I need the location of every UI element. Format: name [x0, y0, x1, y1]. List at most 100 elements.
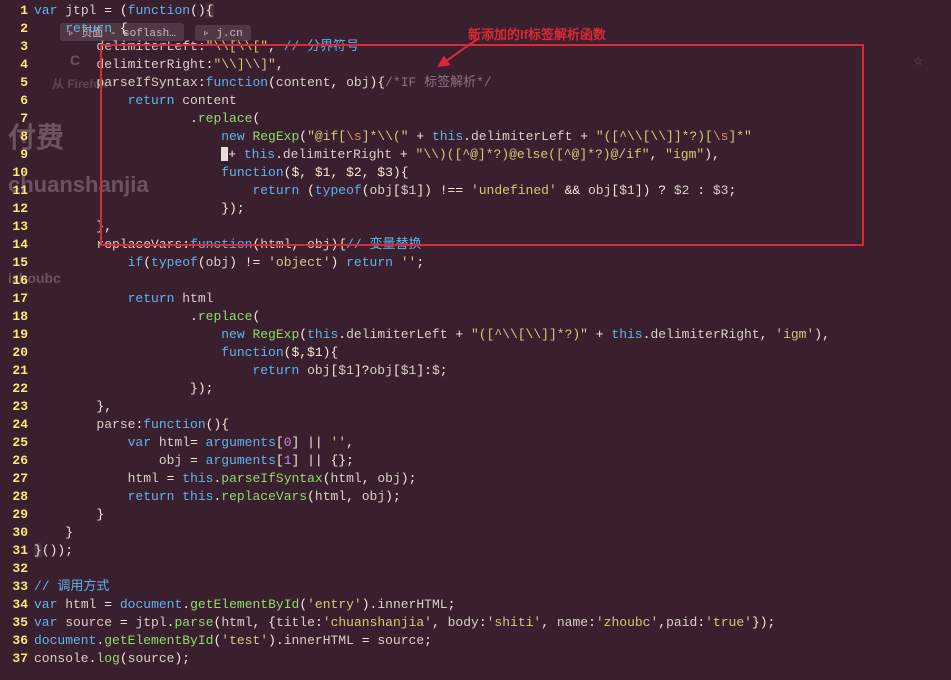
- code-content[interactable]: new RegExp(this.delimiterLeft + "([^\\[\…: [34, 326, 951, 344]
- line-number: 30: [0, 524, 34, 542]
- code-content[interactable]: }: [34, 524, 951, 542]
- line-number: 34: [0, 596, 34, 614]
- code-line: 23 },: [0, 398, 951, 416]
- code-content[interactable]: },: [34, 218, 951, 236]
- line-number: 9: [0, 146, 34, 164]
- line-number: 37: [0, 650, 34, 668]
- code-content[interactable]: new RegExp("@if[\s]*\\(" + this.delimite…: [34, 128, 951, 146]
- code-content[interactable]: if(typeof(obj) != 'object') return '';: [34, 254, 951, 272]
- code-content[interactable]: });: [34, 380, 951, 398]
- annotation-label: 新添加的If标签解析函数: [468, 24, 606, 43]
- line-number: 35: [0, 614, 34, 632]
- code-line: 29 }: [0, 506, 951, 524]
- line-number: 7: [0, 110, 34, 128]
- code-line: 12 });: [0, 200, 951, 218]
- code-line: 35var source = jtpl.parse(html, {title:'…: [0, 614, 951, 632]
- code-line: 33// 调用方式: [0, 578, 951, 596]
- line-number: 26: [0, 452, 34, 470]
- line-number: 12: [0, 200, 34, 218]
- line-number: 10: [0, 164, 34, 182]
- code-editor[interactable]: 1var jtpl = (function(){ 2 return { 3 de…: [0, 0, 951, 668]
- code-content[interactable]: obj = arguments[1] || {};: [34, 452, 951, 470]
- code-line: 32: [0, 560, 951, 578]
- code-content[interactable]: return content: [34, 92, 951, 110]
- annotation-arrow: [435, 36, 485, 72]
- code-content[interactable]: parseIfSyntax:function(content, obj){/*I…: [34, 74, 951, 92]
- code-line: 8 new RegExp("@if[\s]*\\(" + this.delimi…: [0, 128, 951, 146]
- code-line: 1var jtpl = (function(){: [0, 2, 951, 20]
- line-number: 24: [0, 416, 34, 434]
- line-number: 5: [0, 74, 34, 92]
- code-line: 21 return obj[$1]?obj[$1]:$;: [0, 362, 951, 380]
- code-line: 36document.getElementById('test').innerH…: [0, 632, 951, 650]
- code-content[interactable]: }());: [34, 542, 951, 560]
- code-content[interactable]: function($,$1){: [34, 344, 951, 362]
- code-line: 20 function($,$1){: [0, 344, 951, 362]
- code-line: 5 parseIfSyntax:function(content, obj){/…: [0, 74, 951, 92]
- line-number: 25: [0, 434, 34, 452]
- line-number: 3: [0, 38, 34, 56]
- code-content[interactable]: [34, 560, 951, 578]
- code-line: 34var html = document.getElementById('en…: [0, 596, 951, 614]
- line-number: 11: [0, 182, 34, 200]
- code-content[interactable]: console.log(source);: [34, 650, 951, 668]
- code-content[interactable]: .replace(: [34, 308, 951, 326]
- code-line: 30 }: [0, 524, 951, 542]
- code-content[interactable]: return obj[$1]?obj[$1]:$;: [34, 362, 951, 380]
- code-content[interactable]: .replace(: [34, 110, 951, 128]
- line-number: 19: [0, 326, 34, 344]
- code-content[interactable]: var html = document.getElementById('entr…: [34, 596, 951, 614]
- line-number: 28: [0, 488, 34, 506]
- code-content[interactable]: html = this.parseIfSyntax(html, obj);: [34, 470, 951, 488]
- code-line: 11 return (typeof(obj[$1]) !== 'undefine…: [0, 182, 951, 200]
- code-content[interactable]: delimiterRight:"\\]\\]",: [34, 56, 951, 74]
- code-line: 28 return this.replaceVars(html, obj);: [0, 488, 951, 506]
- line-number: 4: [0, 56, 34, 74]
- code-content[interactable]: },: [34, 398, 951, 416]
- code-line: 9 + this.delimiterRight + "\\)([^@]*?)@e…: [0, 146, 951, 164]
- code-content[interactable]: + this.delimiterRight + "\\)([^@]*?)@els…: [34, 146, 951, 164]
- code-line: 18 .replace(: [0, 308, 951, 326]
- code-content[interactable]: parse:function(){: [34, 416, 951, 434]
- line-number: 23: [0, 398, 34, 416]
- code-line: 15 if(typeof(obj) != 'object') return ''…: [0, 254, 951, 272]
- code-line: 27 html = this.parseIfSyntax(html, obj);: [0, 470, 951, 488]
- code-line: 13 },: [0, 218, 951, 236]
- line-number: 20: [0, 344, 34, 362]
- line-number: 17: [0, 290, 34, 308]
- code-line: 16: [0, 272, 951, 290]
- line-number: 14: [0, 236, 34, 254]
- code-line: 37console.log(source);: [0, 650, 951, 668]
- code-content[interactable]: replaceVars:function(html, obj){// 变量替换: [34, 236, 951, 254]
- code-line: 17 return html: [0, 290, 951, 308]
- code-content[interactable]: [34, 272, 951, 290]
- code-content[interactable]: });: [34, 200, 951, 218]
- line-number: 16: [0, 272, 34, 290]
- code-line: 19 new RegExp(this.delimiterLeft + "([^\…: [0, 326, 951, 344]
- code-content[interactable]: return html: [34, 290, 951, 308]
- line-number: 18: [0, 308, 34, 326]
- line-number: 33: [0, 578, 34, 596]
- line-number: 1: [0, 2, 34, 20]
- line-number: 21: [0, 362, 34, 380]
- line-number: 15: [0, 254, 34, 272]
- code-content[interactable]: function($, $1, $2, $3){: [34, 164, 951, 182]
- code-content[interactable]: // 调用方式: [34, 578, 951, 596]
- code-content[interactable]: }: [34, 506, 951, 524]
- code-line: 6 return content: [0, 92, 951, 110]
- code-line: 26 obj = arguments[1] || {};: [0, 452, 951, 470]
- line-number: 22: [0, 380, 34, 398]
- line-number: 13: [0, 218, 34, 236]
- line-number: 2: [0, 20, 34, 38]
- line-number: 29: [0, 506, 34, 524]
- code-content[interactable]: document.getElementById('test').innerHTM…: [34, 632, 951, 650]
- code-content[interactable]: var html= arguments[0] || '',: [34, 434, 951, 452]
- code-line: 10 function($, $1, $2, $3){: [0, 164, 951, 182]
- code-content[interactable]: return this.replaceVars(html, obj);: [34, 488, 951, 506]
- code-content[interactable]: return (typeof(obj[$1]) !== 'undefined' …: [34, 182, 951, 200]
- line-number: 36: [0, 632, 34, 650]
- code-content[interactable]: var source = jtpl.parse(html, {title:'ch…: [34, 614, 951, 632]
- line-number: 32: [0, 560, 34, 578]
- line-number: 27: [0, 470, 34, 488]
- code-content[interactable]: var jtpl = (function(){: [34, 2, 951, 20]
